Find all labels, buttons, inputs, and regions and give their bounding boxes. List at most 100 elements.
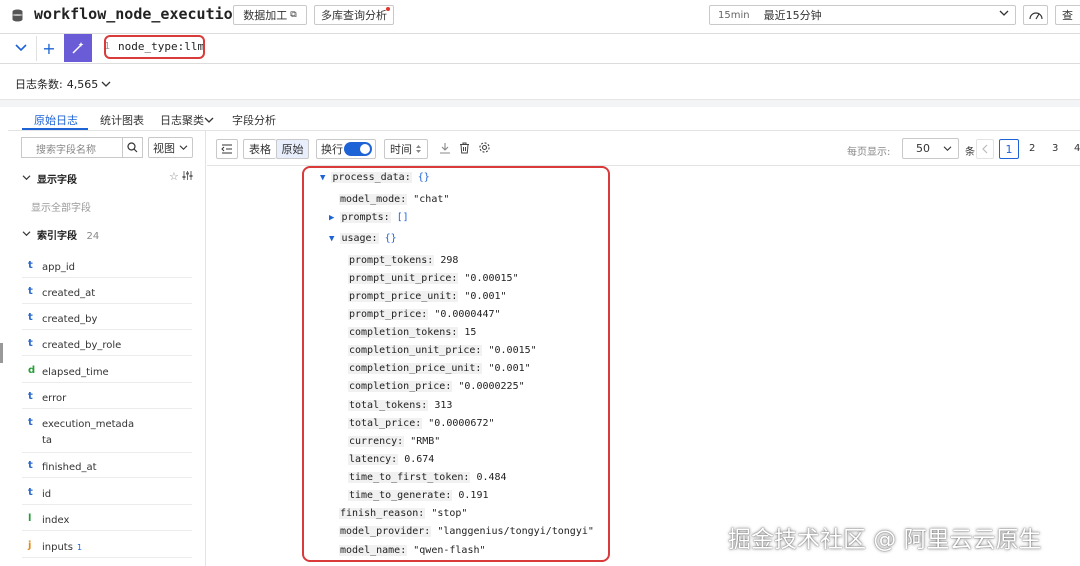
field-name: index [42,515,70,526]
page-button-2[interactable]: 2 [1029,143,1035,154]
collapse-chevron-icon[interactable] [13,41,29,55]
field-type-badge: t [28,312,33,323]
multi-db-query-button[interactable]: 多库查询分析 [314,5,394,25]
field-name: id [42,489,52,500]
field-item-elapsed-time[interactable]: d elapsed_time [22,361,192,383]
raw-view-button[interactable]: 原始 [276,139,309,159]
tab-log-cluster[interactable]: 日志聚类 [160,112,204,128]
field-item-execution-metadata[interactable]: t execution_metada ta [22,413,192,453]
field-type-badge: t [28,487,33,498]
field-item-inputs[interactable]: j inputs 1 [22,536,192,558]
query-editor[interactable]: 1 node_type:llm [96,34,1080,62]
field-item-error[interactable]: t error [22,387,192,409]
multi-db-label: 多库查询分析 [321,9,387,22]
toggle-knob [360,144,370,154]
settings-sliders-icon[interactable] [182,170,193,184]
index-fields-count: 24 [86,231,100,242]
field-item-finished-at[interactable]: t finished_at [22,456,192,478]
wrap-toggle-group[interactable]: 换行 [316,139,376,159]
page-title: workflow_node_execution [34,5,242,23]
field-name: app_id [42,262,75,273]
download-icon[interactable] [439,142,451,157]
field-name: inputs [42,542,73,553]
query-highlight-box [104,35,205,59]
field-name-line2: ta [42,435,53,446]
section-gap [0,100,1080,107]
chevron-down-icon[interactable] [22,174,31,181]
watermark-text: 掘金技术社区 @ 阿里云云原生 [728,527,1042,553]
chevron-down-icon [179,145,188,151]
chevron-down-icon [204,117,214,123]
sidebar-resize-handle[interactable] [0,343,3,363]
items-label: 条 [965,147,975,158]
star-icon[interactable]: ☆ [169,170,179,183]
field-item-app-id[interactable]: t app_id [22,256,192,278]
wrap-toggle[interactable] [344,142,372,156]
field-item-created-at[interactable]: t created_at [22,282,192,304]
collapse-panel-button[interactable] [216,139,238,159]
field-type-badge: t [28,286,33,297]
field-item-id[interactable]: t id [22,483,192,505]
chevron-down-icon [943,146,952,152]
chevron-left-icon [982,144,988,154]
field-count-badge: 1 [76,543,83,552]
settings-gear-icon[interactable] [478,141,491,157]
delete-icon[interactable] [459,142,470,157]
field-item-created-by-role[interactable]: t created_by_role [22,334,192,356]
database-icon [11,8,23,22]
field-item-created-by[interactable]: t created_by [22,308,192,330]
field-name: created_by_role [42,340,122,351]
tab-stats-chart[interactable]: 统计图表 [100,112,144,128]
field-name: created_by [42,314,98,325]
field-type-badge: l [28,513,32,524]
field-type-badge: t [28,338,33,349]
page-button-4[interactable]: 4 [1074,143,1080,154]
time-sort-button[interactable]: 时间 [384,139,428,159]
field-type-badge: d [28,365,36,376]
field-type-badge: t [28,391,33,402]
log-count-label: 日志条数: [15,78,63,91]
per-page-value: 50 [916,142,930,155]
field-name-line1: execution_metada [42,419,135,430]
show-all-fields-link[interactable]: 显示全部字段 [31,199,91,214]
per-page-label: 每页显示: [847,147,891,158]
chevron-down-icon[interactable] [22,230,31,237]
log-count[interactable]: 日志条数: 4,565 [15,76,111,92]
time-sort-label: 时间 [390,143,412,156]
add-icon[interactable]: + [40,39,58,58]
search-button[interactable] [122,138,142,157]
data-process-label: 数据加工 [243,9,288,22]
table-view-button[interactable]: 表格 [243,139,276,159]
page-button-3[interactable]: 3 [1052,143,1058,154]
magic-wand-icon [72,42,84,54]
refresh-gauge-button[interactable] [1023,5,1048,25]
view-select[interactable]: 视图 [148,137,193,158]
field-type-badge: t [28,460,33,471]
field-name: finished_at [42,462,97,473]
field-type-badge: t [28,260,33,271]
query-button[interactable]: 查 [1055,5,1080,25]
field-search-box[interactable]: 搜索字段名称 [21,137,143,158]
field-search-input[interactable]: 搜索字段名称 [36,141,96,156]
index-fields-label: 索引字段 [37,231,77,242]
prev-page-button[interactable] [976,139,994,159]
chevron-down-icon [999,8,1009,21]
field-name: error [42,393,67,404]
field-type-badge: j [28,540,32,551]
per-page-select[interactable]: 50 [902,138,959,159]
tab-field-analysis[interactable]: 字段分析 [232,112,276,128]
log-highlight-box [302,166,610,562]
page-button-1[interactable]: 1 [999,139,1019,159]
tab-raw-logs[interactable]: 原始日志 [34,112,78,128]
search-icon [127,142,138,153]
gauge-icon [1028,12,1043,20]
ai-assist-button[interactable] [64,34,92,62]
data-process-button[interactable]: 数据加工 ⧉ [233,5,307,25]
time-range-select[interactable]: 15min 最近15分钟 [709,5,1016,25]
field-name: execution_metadata [42,417,134,449]
new-dot-badge [386,7,390,11]
field-item-index[interactable]: l index [22,509,192,531]
table-view-label: 表格 [249,143,271,156]
view-label: 视图 [153,141,175,155]
index-fields-heading: 索引字段 24 [37,227,99,242]
